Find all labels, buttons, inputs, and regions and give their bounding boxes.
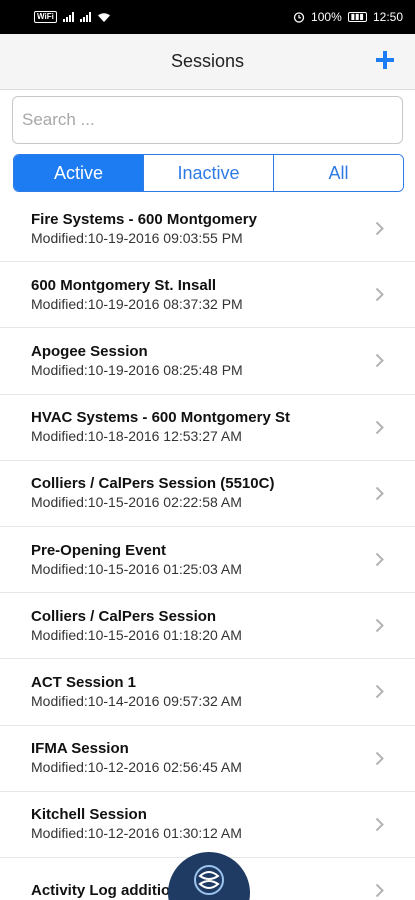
session-title: HVAC Systems - 600 Montgomery St: [31, 409, 290, 427]
chevron-right-icon: [373, 815, 385, 833]
add-session-button[interactable]: [373, 48, 397, 72]
app-logo-icon: [194, 865, 224, 895]
signal-icon: [62, 12, 74, 22]
wifi-icon: [97, 12, 110, 22]
session-title: ACT Session 1: [31, 673, 137, 691]
session-modified: Modified:10-15-2016 01:25:03 AM: [31, 560, 242, 577]
session-title: Colliers / CalPers Session (5510C): [31, 475, 275, 493]
session-row[interactable]: Colliers / CalPers Session (5510C) Modif…: [0, 461, 415, 527]
chevron-right-icon: [373, 418, 385, 436]
chevron-right-icon: [373, 617, 385, 635]
session-row[interactable]: IFMA Session Modified:10-12-2016 02:56:4…: [0, 726, 415, 792]
session-modified: Modified:10-14-2016 09:57:32 AM: [31, 692, 242, 709]
tab-all[interactable]: All: [273, 155, 403, 191]
status-left: WiFi: [34, 11, 111, 23]
session-row[interactable]: Apogee Session Modified:10-19-2016 08:25…: [0, 328, 415, 395]
session-modified: Modified:10-12-2016 01:30:12 AM: [31, 825, 242, 842]
chevron-right-icon: [373, 749, 385, 767]
session-text: Apogee Session Modified:10-19-2016 08:25…: [31, 342, 373, 380]
chevron-right-icon: [373, 881, 385, 899]
session-title: Fire Systems - 600 Montgomery: [31, 210, 257, 228]
session-title: Pre-Opening Event: [31, 541, 167, 559]
session-text: 600 Montgomery St. Insall Modified:10-19…: [31, 276, 373, 314]
session-modified: Modified:10-12-2016 02:56:45 AM: [31, 759, 242, 776]
session-row[interactable]: Fire Systems - 600 Montgomery Modified:1…: [0, 196, 415, 263]
session-text: Fire Systems - 600 Montgomery Modified:1…: [31, 210, 373, 248]
session-text: Pre-Opening Event Modified:10-15-2016 01…: [31, 541, 373, 579]
session-text: IFMA Session Modified:10-12-2016 02:56:4…: [31, 739, 373, 777]
session-text: Kitchell Session Modified:10-12-2016 01:…: [31, 805, 373, 843]
alarm-icon: [293, 12, 305, 23]
session-title: Colliers / CalPers Session: [31, 607, 217, 625]
chevron-right-icon: [373, 352, 385, 370]
session-title: 600 Montgomery St. Insall: [31, 276, 217, 294]
session-modified: Modified:10-15-2016 02:22:58 AM: [31, 494, 242, 511]
session-title: Kitchell Session: [31, 806, 147, 824]
session-modified: Modified:10-15-2016 01:18:20 AM: [31, 626, 242, 643]
session-row[interactable]: Kitchell Session Modified:10-12-2016 01:…: [0, 792, 415, 858]
signal-icon-2: [79, 12, 91, 22]
session-text: Colliers / CalPers Session (5510C) Modif…: [31, 474, 373, 512]
sessions-list: Fire Systems - 600 Montgomery Modified:1…: [0, 196, 415, 900]
session-modified: Modified:10-19-2016 08:25:48 PM: [31, 361, 243, 378]
session-modified: Modified:10-19-2016 08:37:32 PM: [31, 295, 243, 312]
status-filter-tabs: Active Inactive All: [13, 154, 404, 192]
tab-inactive[interactable]: Inactive: [143, 155, 273, 191]
session-text: Colliers / CalPers Session Modified:10-1…: [31, 607, 373, 645]
session-text: HVAC Systems - 600 Montgomery St Modifie…: [31, 408, 373, 446]
nav-bar: Sessions: [0, 34, 415, 90]
session-row[interactable]: 600 Montgomery St. Insall Modified:10-19…: [0, 262, 415, 329]
chevron-right-icon: [373, 683, 385, 701]
chevron-right-icon: [373, 286, 385, 304]
wifi-calling-badge: WiFi: [34, 11, 57, 23]
tab-active[interactable]: Active: [14, 155, 143, 191]
status-right: 100% ▮▮▮ 12:50: [293, 10, 403, 24]
chevron-right-icon: [373, 220, 385, 238]
session-row[interactable]: ACT Session 1 Modified:10-14-2016 09:57:…: [0, 659, 415, 726]
session-row[interactable]: HVAC Systems - 600 Montgomery St Modifie…: [0, 395, 415, 461]
session-modified: Modified:10-18-2016 12:53:27 AM: [31, 428, 242, 445]
session-row[interactable]: Pre-Opening Event Modified:10-15-2016 01…: [0, 527, 415, 594]
status-bar: WiFi 100% ▮▮▮ 12:50: [0, 0, 415, 34]
session-row[interactable]: Colliers / CalPers Session Modified:10-1…: [0, 593, 415, 660]
session-title: IFMA Session: [31, 740, 129, 758]
page-title: Sessions: [170, 51, 245, 71]
chevron-right-icon: [373, 484, 385, 502]
clock: 12:50: [372, 10, 403, 24]
search-input[interactable]: [12, 96, 403, 144]
chevron-right-icon: [373, 551, 385, 569]
search-container: [0, 90, 415, 144]
battery-icon: ▮▮▮: [347, 12, 367, 22]
session-modified: Modified:10-19-2016 09:03:55 PM: [31, 229, 243, 246]
battery-percent: 100%: [311, 10, 342, 24]
session-title: Apogee Session: [31, 342, 148, 360]
session-text: ACT Session 1 Modified:10-14-2016 09:57:…: [31, 673, 373, 711]
plus-icon: [376, 51, 394, 69]
